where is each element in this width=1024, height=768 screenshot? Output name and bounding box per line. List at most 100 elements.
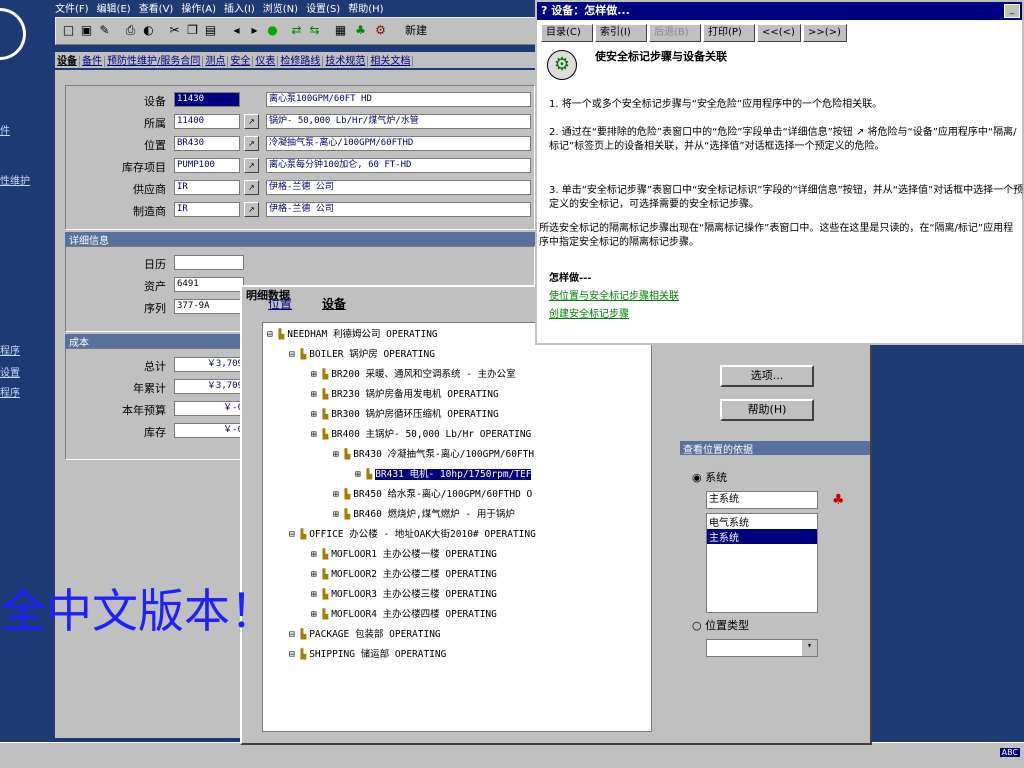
expand-icon[interactable]: ⊞: [311, 409, 322, 420]
new-button[interactable]: 新建: [396, 22, 436, 39]
tree-node[interactable]: ⊞ ▙ BR431 电机- 10hp/1750rpm/TEF: [355, 467, 532, 483]
tree-node[interactable]: ⊞ ▙ BR200 采暖、通风和空调系统 - 主办公室: [311, 367, 516, 383]
lookup-icon[interactable]: ↗: [244, 202, 259, 217]
menu-item-6[interactable]: 设置(S): [306, 4, 340, 15]
preview-icon[interactable]: ◐: [140, 22, 157, 39]
cost-input[interactable]: ￥-0: [174, 401, 244, 416]
expand-icon[interactable]: ⊞: [311, 389, 322, 400]
expand-icon[interactable]: ⊞: [333, 509, 344, 520]
sidebar-item-0[interactable]: 件: [0, 122, 10, 137]
link-icon[interactable]: ⇄: [288, 22, 305, 39]
sidebar-item-3[interactable]: 设置: [0, 364, 20, 379]
cut-icon[interactable]: ✂: [166, 22, 183, 39]
menu-item-5[interactable]: 浏览(N): [263, 4, 298, 15]
tab-4[interactable]: 安全: [228, 56, 254, 67]
tree-node[interactable]: ⊞ ▙ BR430 冷凝抽气泵-离心/100GPM/60FTH: [333, 447, 534, 463]
expand-icon[interactable]: ⊟: [289, 649, 300, 660]
field-code-input[interactable]: 11430: [174, 92, 240, 107]
unlink-icon[interactable]: ⇆: [306, 22, 323, 39]
expand-icon[interactable]: ⊞: [333, 449, 344, 460]
tab-7[interactable]: 技术规范: [323, 56, 369, 67]
help-button-3[interactable]: 打印(P): [703, 24, 755, 42]
minimize-icon[interactable]: _: [1004, 4, 1020, 18]
tree-node[interactable]: ⊟ ▙ PACKAGE 包装部 OPERATING: [289, 627, 441, 643]
expand-icon[interactable]: ⊞: [333, 489, 344, 500]
expand-icon[interactable]: ⊞: [311, 369, 322, 380]
tree-node[interactable]: ⊞ ▙ BR300 锅炉房循环压缩机 OPERATING: [311, 407, 499, 423]
tab-location[interactable]: 位置: [268, 295, 292, 312]
field-desc-input[interactable]: 伊格-兰德 公司: [266, 180, 531, 195]
tree-node[interactable]: ⊞ ▙ MOFLOOR1 主办公楼一楼 OPERATING: [311, 547, 497, 563]
field-code-input[interactable]: IR: [174, 180, 240, 195]
hierarchy-icon[interactable]: ♣: [832, 492, 845, 508]
field-code-input[interactable]: IR: [174, 202, 240, 217]
system-list[interactable]: 电气系统 主系统: [706, 513, 818, 613]
copy-icon[interactable]: ❐: [184, 22, 201, 39]
tab-5[interactable]: 仪表: [253, 56, 279, 67]
help-button-2[interactable]: 后退(B): [649, 24, 701, 42]
field-desc-input[interactable]: 离心泵100GPM/60FT HD: [266, 92, 531, 107]
tree-node[interactable]: ⊞ ▙ BR400 主锅炉- 50,000 Lb/Hr OPERATING: [311, 427, 531, 443]
help-button-0[interactable]: 目录(C): [541, 24, 593, 42]
detail-input[interactable]: 6491: [174, 277, 244, 292]
print-icon[interactable]: ⎙: [122, 22, 139, 39]
tab-3[interactable]: 测点: [203, 56, 229, 67]
tab-0[interactable]: 设备: [55, 56, 80, 67]
help-button-1[interactable]: 索引(I): [595, 24, 647, 42]
sidebar-item-1[interactable]: 性维护: [0, 172, 30, 187]
tab-2[interactable]: 预防性维护/服务合同: [105, 56, 204, 67]
tree-node[interactable]: ⊟ ▙ BOILER 锅炉房 OPERATING: [289, 347, 435, 363]
expand-icon[interactable]: ⊞: [311, 609, 322, 620]
tree-node[interactable]: ⊟ ▙ SHIPPING 储运部 OPERATING: [289, 647, 446, 663]
chevron-down-icon[interactable]: ▾: [802, 640, 817, 656]
tree-icon[interactable]: ♣: [352, 22, 369, 39]
menu-item-7[interactable]: 帮助(H): [348, 4, 383, 15]
tree-node[interactable]: ⊟ ▙ OFFICE 办公楼 - 地址OAK大街2010# OPERATING: [289, 527, 536, 543]
lookup-icon[interactable]: ↗: [244, 114, 259, 129]
location-tree[interactable]: ⊟ ▙ NEEDHAM 利德姆公司 OPERATING ⊟ ▙ BOILER 锅炉房 …: [262, 322, 652, 732]
sidebar-item-2[interactable]: 程序: [0, 342, 20, 357]
system-radio[interactable]: ◉ 系统: [692, 469, 727, 485]
expand-icon[interactable]: ⊟: [289, 529, 300, 540]
help-link-1[interactable]: 创建安全标记步骤: [549, 309, 629, 320]
tree-node[interactable]: ⊞ ▙ BR230 锅炉房备用发电机 OPERATING: [311, 387, 499, 403]
next-icon[interactable]: ▸: [246, 22, 263, 39]
tree-node[interactable]: ⊟ ▙ NEEDHAM 利德姆公司 OPERATING: [267, 327, 438, 343]
tab-6[interactable]: 检修路线: [278, 56, 324, 67]
menu-item-0[interactable]: 文件(F): [55, 4, 89, 15]
tab-1[interactable]: 备件: [80, 56, 105, 67]
field-code-input[interactable]: BR430: [174, 136, 240, 151]
expand-icon[interactable]: ⊞: [311, 549, 322, 560]
expand-icon[interactable]: ⊞: [311, 429, 322, 440]
location-type-radio[interactable]: ○ 位置类型: [692, 617, 749, 633]
field-code-input[interactable]: 11400: [174, 114, 240, 129]
expand-icon[interactable]: ⊟: [289, 349, 300, 360]
tree-node[interactable]: ⊞ ▙ MOFLOOR2 主办公楼二楼 OPERATING: [311, 567, 497, 583]
lookup-icon[interactable]: ↗: [244, 180, 259, 195]
menu-item-1[interactable]: 编辑(E): [97, 4, 131, 15]
new-doc-icon[interactable]: □: [60, 22, 77, 39]
field-desc-input[interactable]: 离心泵每分钟100加仑, 60 FT-HD: [266, 158, 531, 173]
help-button[interactable]: 帮助(H): [720, 399, 814, 421]
location-type-select[interactable]: ▾: [706, 639, 818, 657]
tree-node[interactable]: ⊞ ▙ MOFLOOR3 主办公楼三楼 OPERATING: [311, 587, 497, 603]
detail-input[interactable]: 377-9A: [174, 299, 244, 314]
menu-item-2[interactable]: 查看(V): [139, 4, 174, 15]
detail-input[interactable]: [174, 255, 244, 270]
lookup-icon[interactable]: ↗: [244, 136, 259, 151]
tab-8[interactable]: 相关文档: [368, 56, 414, 67]
cost-input[interactable]: ￥3,709: [174, 379, 244, 394]
help-link-0[interactable]: 使位置与安全标记步骤相关联: [549, 291, 679, 302]
system-list-item-1[interactable]: 主系统: [707, 529, 817, 544]
expand-icon[interactable]: ⊞: [355, 469, 366, 480]
menu-item-4[interactable]: 插入(I): [224, 4, 255, 15]
expand-icon[interactable]: ⊟: [289, 629, 300, 640]
tab-equipment[interactable]: 设备: [322, 295, 346, 312]
system-input[interactable]: 主系统: [706, 491, 818, 509]
tree-node[interactable]: ⊞ ▙ MOFLOOR4 主办公楼四楼 OPERATING: [311, 607, 497, 623]
tree-node[interactable]: ⊞ ▙ BR460 燃烧炉,煤气燃炉 - 用于锅炉: [333, 507, 515, 523]
field-desc-input[interactable]: 伊格-兰德 公司: [266, 202, 531, 217]
tool-icon[interactable]: ⚙: [372, 22, 389, 39]
menu-item-3[interactable]: 操作(A): [181, 4, 216, 15]
field-desc-input[interactable]: 锅炉- 50,000 Lb/Hr/煤气炉/水管: [266, 114, 531, 129]
